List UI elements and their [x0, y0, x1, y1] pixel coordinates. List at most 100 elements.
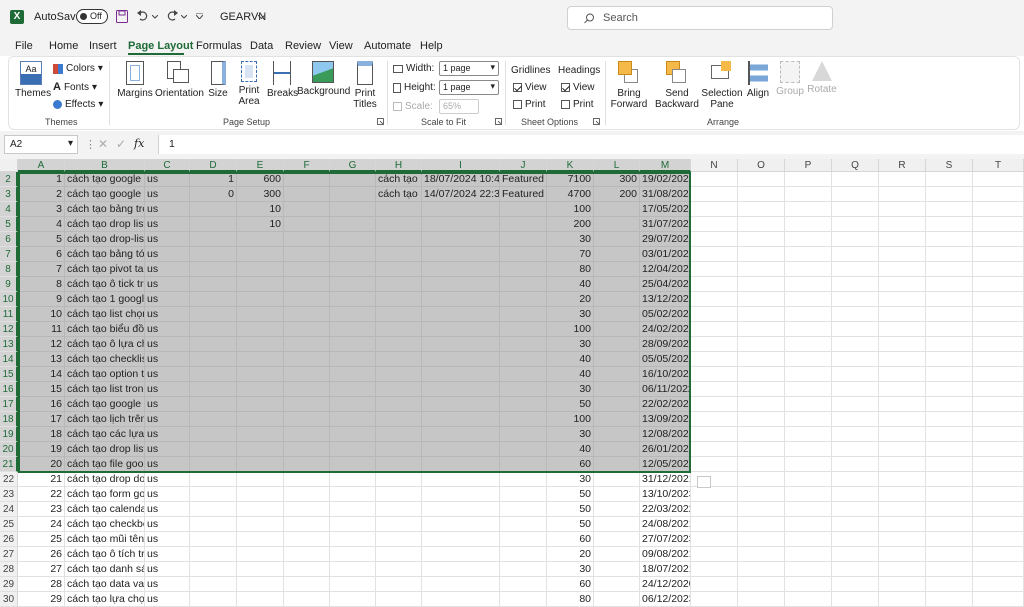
table-cell[interactable]	[879, 532, 926, 547]
table-cell[interactable]: us	[145, 487, 190, 502]
table-cell[interactable]: 26	[18, 547, 65, 562]
table-cell[interactable]	[422, 577, 500, 592]
column-header-c[interactable]: C	[145, 159, 190, 172]
column-header-b[interactable]: B	[65, 159, 145, 172]
table-cell[interactable]: 31/12/2021	[640, 472, 691, 487]
table-cell[interactable]	[422, 472, 500, 487]
column-header-d[interactable]: D	[190, 159, 237, 172]
table-cell[interactable]	[190, 577, 237, 592]
row-header[interactable]: 10	[0, 292, 18, 307]
table-cell[interactable]	[926, 397, 973, 412]
table-cell[interactable]	[376, 532, 422, 547]
table-cell[interactable]	[422, 532, 500, 547]
table-cell[interactable]	[284, 502, 330, 517]
column-header-p[interactable]: P	[785, 159, 832, 172]
table-cell[interactable]	[832, 397, 879, 412]
table-cell[interactable]	[785, 202, 832, 217]
table-cell[interactable]	[785, 397, 832, 412]
tab-automate[interactable]: Automate	[364, 40, 411, 52]
table-cell[interactable]	[691, 262, 738, 277]
quick-analysis-icon[interactable]	[697, 476, 711, 488]
table-cell[interactable]	[973, 307, 1024, 322]
table-cell[interactable]	[691, 457, 738, 472]
insert-function-icon[interactable]: fx	[134, 137, 144, 150]
table-cell[interactable]: 24	[18, 517, 65, 532]
table-cell[interactable]	[738, 562, 785, 577]
table-cell[interactable]	[594, 472, 640, 487]
table-cell[interactable]	[738, 187, 785, 202]
table-cell[interactable]: 50	[547, 517, 594, 532]
table-cell[interactable]	[879, 337, 926, 352]
tab-review[interactable]: Review	[285, 40, 321, 52]
table-cell[interactable]	[738, 457, 785, 472]
table-cell[interactable]: 22	[18, 487, 65, 502]
table-cell[interactable]	[594, 487, 640, 502]
table-cell[interactable]	[879, 427, 926, 442]
table-cell[interactable]	[594, 532, 640, 547]
table-cell[interactable]	[832, 457, 879, 472]
sheet-options-launcher-icon[interactable]	[593, 118, 600, 125]
table-cell[interactable]	[691, 577, 738, 592]
table-cell[interactable]	[691, 232, 738, 247]
table-cell[interactable]	[738, 232, 785, 247]
table-cell[interactable]	[594, 562, 640, 577]
print-titles-button[interactable]: Print Titles	[351, 61, 379, 110]
table-cell[interactable]	[500, 517, 547, 532]
file-name-chevron-icon[interactable]	[258, 15, 265, 19]
table-cell[interactable]	[973, 232, 1024, 247]
row-header[interactable]: 26	[0, 532, 18, 547]
table-cell[interactable]: 80	[547, 592, 594, 607]
table-cell[interactable]	[973, 247, 1024, 262]
table-cell[interactable]	[738, 262, 785, 277]
table-cell[interactable]: cách tạo ô tích trc	[65, 547, 145, 562]
table-cell[interactable]: cách tạo calenda	[65, 502, 145, 517]
table-cell[interactable]	[594, 517, 640, 532]
table-cell[interactable]	[284, 472, 330, 487]
table-cell[interactable]	[422, 517, 500, 532]
height-select[interactable]: 1 page ▾	[439, 80, 499, 95]
table-cell[interactable]	[785, 337, 832, 352]
table-cell[interactable]	[500, 562, 547, 577]
table-cell[interactable]	[832, 187, 879, 202]
table-cell[interactable]	[738, 517, 785, 532]
table-cell[interactable]	[785, 352, 832, 367]
background-button[interactable]: Background	[297, 61, 350, 97]
table-cell[interactable]	[691, 292, 738, 307]
headings-view-checkbox[interactable]: View	[561, 82, 595, 93]
row-header[interactable]: 5	[0, 217, 18, 232]
table-cell[interactable]	[973, 487, 1024, 502]
table-cell[interactable]	[691, 382, 738, 397]
table-cell[interactable]	[785, 172, 832, 187]
table-cell[interactable]	[973, 337, 1024, 352]
table-cell[interactable]	[237, 577, 284, 592]
table-cell[interactable]	[973, 322, 1024, 337]
table-cell[interactable]	[330, 487, 376, 502]
table-cell[interactable]	[738, 382, 785, 397]
table-cell[interactable]	[832, 547, 879, 562]
row-header[interactable]: 11	[0, 307, 18, 322]
table-cell[interactable]	[691, 352, 738, 367]
table-cell[interactable]: us	[145, 472, 190, 487]
select-all-corner[interactable]	[0, 159, 18, 172]
table-cell[interactable]	[832, 517, 879, 532]
table-cell[interactable]	[832, 322, 879, 337]
table-cell[interactable]	[879, 412, 926, 427]
table-cell[interactable]	[691, 517, 738, 532]
table-cell[interactable]	[691, 592, 738, 607]
table-cell[interactable]: us	[145, 517, 190, 532]
table-cell[interactable]	[973, 277, 1024, 292]
table-cell[interactable]	[785, 532, 832, 547]
row-header[interactable]: 22	[0, 472, 18, 487]
table-cell[interactable]	[926, 337, 973, 352]
table-cell[interactable]: 24/08/2021	[640, 517, 691, 532]
table-cell[interactable]	[691, 547, 738, 562]
table-cell[interactable]	[785, 307, 832, 322]
table-cell[interactable]: us	[145, 592, 190, 607]
table-cell[interactable]	[785, 472, 832, 487]
table-cell[interactable]	[691, 277, 738, 292]
table-cell[interactable]	[832, 337, 879, 352]
table-cell[interactable]	[190, 472, 237, 487]
table-cell[interactable]: 18/07/2021	[640, 562, 691, 577]
scale-to-fit-launcher-icon[interactable]	[495, 118, 502, 125]
table-cell[interactable]	[973, 217, 1024, 232]
